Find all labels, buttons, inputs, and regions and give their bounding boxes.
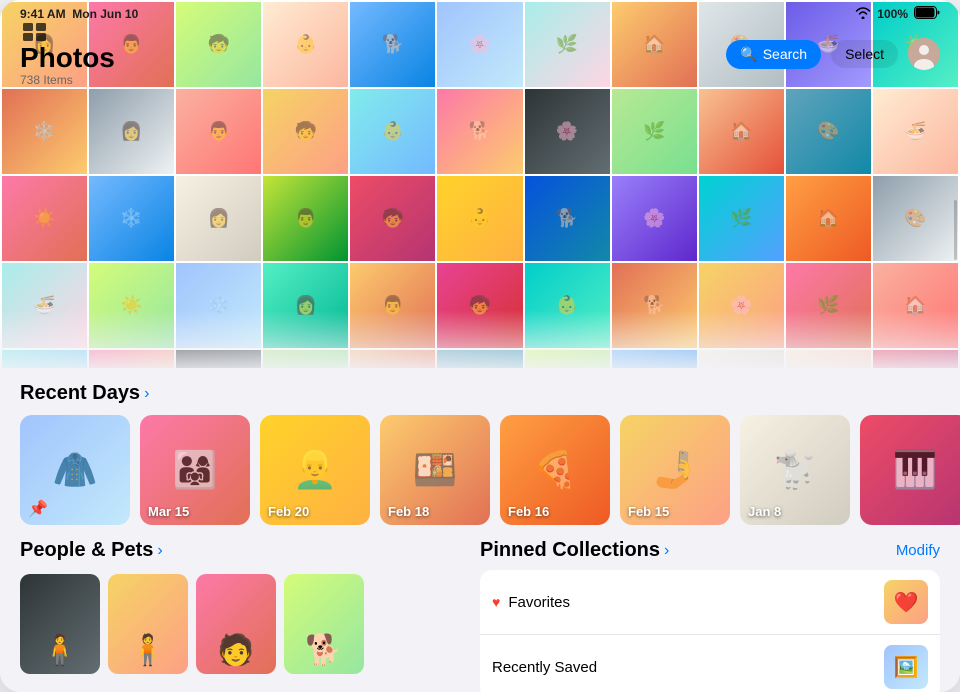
photo-cell[interactable]: 🏠	[699, 89, 784, 174]
day-card[interactable]: 🧥📌	[20, 415, 130, 525]
status-bar: 9:41 AM Mon Jun 10 100%	[0, 0, 960, 28]
app-header: Photos 738 Items 🔍 Search Select	[0, 28, 960, 80]
day-card[interactable]: 🤳Feb 15	[620, 415, 730, 525]
two-col-section: People & Pets › 🧍🧍🧑🐕 Pinned Collections …	[0, 539, 960, 692]
day-card[interactable]: 👨‍👩‍👧Mar 15	[140, 415, 250, 525]
photo-cell[interactable]: 🐕	[525, 176, 610, 261]
day-label: Jan 8	[748, 504, 781, 519]
recent-days-arrow[interactable]: ›	[144, 385, 149, 403]
battery-icon	[914, 6, 940, 22]
photo-cell[interactable]: 🐕	[612, 263, 697, 348]
pinned-thumb: 🖼️	[884, 645, 928, 689]
status-right: 100%	[855, 6, 940, 22]
person-thumb[interactable]: 🧍	[20, 574, 100, 674]
day-card[interactable]: 🎹	[860, 415, 960, 525]
photo-cell[interactable]: 👨	[176, 89, 261, 174]
photo-cell[interactable]: 🎨	[786, 89, 871, 174]
day-label: Feb 15	[628, 504, 669, 519]
photo-cell[interactable]: 🏠	[786, 176, 871, 261]
pinned-item[interactable]: Recently Saved 🖼️	[480, 635, 940, 692]
grid-toggle[interactable]	[20, 21, 50, 43]
header-controls: 🔍 Search Select	[726, 38, 940, 70]
day-label: Feb 18	[388, 504, 429, 519]
photo-cell[interactable]: ❄️	[2, 89, 87, 174]
item-count: 738 Items	[20, 73, 115, 87]
modify-button[interactable]: Modify	[896, 542, 940, 559]
scroll-indicator	[954, 200, 957, 260]
photo-cell[interactable]: 🍜	[2, 263, 87, 348]
favorites-heart-icon: ♥	[492, 594, 500, 610]
person-thumb[interactable]: 🐕	[284, 574, 364, 674]
pinned-item-left: Recently Saved	[492, 659, 597, 676]
pinned-thumb: ❤️	[884, 580, 928, 624]
page-title: Photos	[20, 43, 115, 74]
photo-cell[interactable]: 🧒	[263, 89, 348, 174]
photo-cell[interactable]: 🌸	[699, 263, 784, 348]
day-card[interactable]: 🐩Jan 8	[740, 415, 850, 525]
bottom-section[interactable]: Recent Days › 🧥📌👨‍👩‍👧Mar 15👱‍♂️Feb 20🍱Fe…	[0, 368, 960, 692]
pinned-title-row: Pinned Collections ›	[480, 539, 669, 562]
select-button[interactable]: Select	[831, 40, 898, 68]
photo-cell[interactable]: 🌸	[612, 176, 697, 261]
avatar[interactable]	[908, 38, 940, 70]
status-time: 9:41 AM Mon Jun 10	[20, 7, 138, 21]
pinned-arrow[interactable]: ›	[664, 542, 669, 560]
photo-cell[interactable]: 🌿	[786, 263, 871, 348]
photo-cell[interactable]: 👩	[176, 176, 261, 261]
day-card[interactable]: 🍱Feb 18	[380, 415, 490, 525]
photo-cell[interactable]: 🌸	[525, 89, 610, 174]
pinned-list: ♥ Favorites ❤️ Recently Saved 🖼️	[480, 570, 940, 692]
people-pets-col: People & Pets › 🧍🧍🧑🐕	[20, 539, 480, 692]
photo-cell[interactable]: 🐕	[437, 89, 522, 174]
photo-cell[interactable]: 👩	[89, 89, 174, 174]
recent-days-carousel: 🧥📌👨‍👩‍👧Mar 15👱‍♂️Feb 20🍱Feb 18🍕Feb 16🤳Fe…	[0, 415, 960, 525]
photo-cell[interactable]: 👶	[350, 89, 435, 174]
wifi-icon	[855, 7, 871, 22]
pinned-collections-col: Pinned Collections › Modify ♥ Favorites ❤️…	[480, 539, 940, 692]
photo-cell[interactable]: 👨	[350, 263, 435, 348]
people-pets-header: People & Pets ›	[20, 539, 480, 570]
day-label: Mar 15	[148, 504, 189, 519]
device-frame: 9:41 AM Mon Jun 10 100% 👩👨�	[0, 0, 960, 692]
person-thumb[interactable]: 🧍	[108, 574, 188, 674]
photo-cell[interactable]: ❄️	[89, 176, 174, 261]
battery-percent: 100%	[877, 7, 908, 21]
recent-days-header: Recent Days ›	[0, 382, 960, 415]
search-button[interactable]: 🔍 Search	[726, 40, 821, 69]
pinned-item-label: Recently Saved	[492, 659, 597, 676]
recent-days-title: Recent Days	[20, 382, 140, 405]
photo-cell[interactable]: 👶	[437, 176, 522, 261]
day-card[interactable]: 🍕Feb 16	[500, 415, 610, 525]
photo-cell[interactable]: 👩	[263, 263, 348, 348]
day-label: Feb 20	[268, 504, 309, 519]
pinned-title: Pinned Collections	[480, 539, 660, 562]
photo-cell[interactable]: ☀️	[89, 263, 174, 348]
photo-cell[interactable]: 🌿	[612, 89, 697, 174]
photo-cell[interactable]: 👶	[525, 263, 610, 348]
people-pets-arrow[interactable]: ›	[157, 542, 162, 560]
photo-cell[interactable]: 🏠	[873, 263, 958, 348]
pinned-item-left: ♥ Favorites	[492, 594, 570, 611]
photo-cell[interactable]: 🎨	[873, 176, 958, 261]
person-thumb[interactable]: 🧑	[196, 574, 276, 674]
pinned-header: Pinned Collections › Modify	[480, 539, 940, 562]
day-label: Feb 16	[508, 504, 549, 519]
header-left: Photos 738 Items	[20, 21, 115, 88]
pinned-item[interactable]: ♥ Favorites ❤️	[480, 570, 940, 635]
photo-cell[interactable]: 🧒	[437, 263, 522, 348]
photo-cell[interactable]: 🍜	[873, 89, 958, 174]
pinned-item-label: Favorites	[508, 594, 570, 611]
photo-cell[interactable]: 🌿	[699, 176, 784, 261]
photo-cell[interactable]: 🧒	[350, 176, 435, 261]
pin-icon: 📌	[28, 499, 48, 519]
photo-cell[interactable]: 👨	[263, 176, 348, 261]
search-icon: 🔍	[740, 46, 757, 63]
people-pets-thumbnails: 🧍🧍🧑🐕	[20, 574, 480, 674]
photo-cell[interactable]: ❄️	[176, 263, 261, 348]
photo-cell[interactable]: ☀️	[2, 176, 87, 261]
day-card[interactable]: 👱‍♂️Feb 20	[260, 415, 370, 525]
people-pets-title: People & Pets	[20, 539, 153, 562]
